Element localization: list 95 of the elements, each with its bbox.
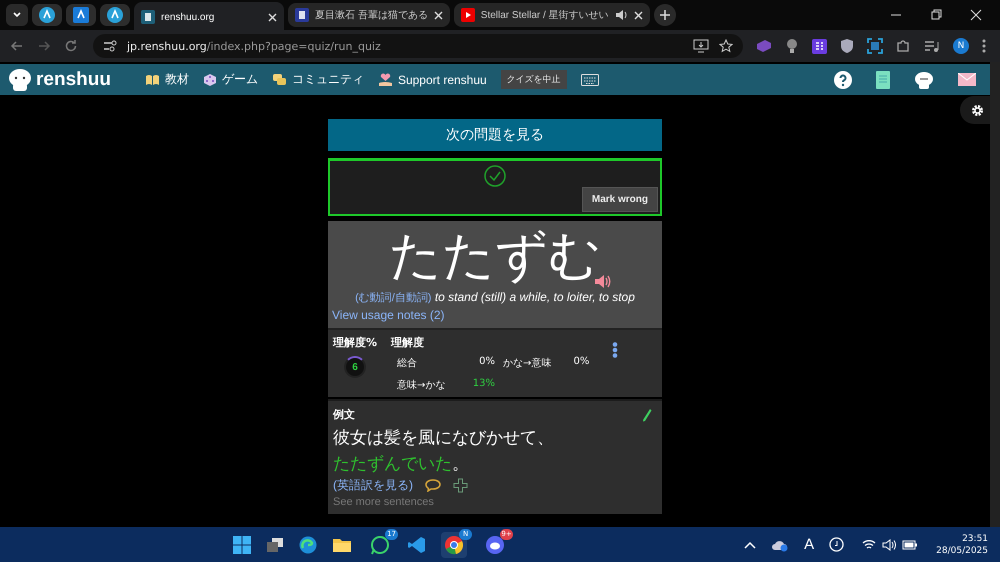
site-icon [39, 7, 55, 23]
star-icon[interactable] [719, 39, 733, 53]
folder-icon[interactable] [332, 536, 352, 552]
browser-tab[interactable]: 夏目漱石 吾輩は猫である [288, 3, 450, 27]
url-text: jp.renshuu.org/index.php?page=quiz/run_quiz [127, 40, 381, 52]
nav-link[interactable]: 教材 [144, 71, 189, 88]
more-icon[interactable] [612, 342, 618, 358]
section-title: 例文 [333, 407, 355, 422]
vocab-word: たたずむ [389, 225, 601, 287]
translation-link[interactable]: (英語訳を見る) [333, 477, 413, 494]
notebook-icon[interactable] [876, 70, 890, 88]
dice-icon [202, 72, 217, 86]
mark-wrong-button[interactable]: Mark wrong [582, 187, 658, 212]
stat-label: 意味→かな [397, 378, 446, 392]
nav-link[interactable]: Support renshuu [378, 72, 487, 86]
site-icon [107, 7, 123, 23]
site-icon [73, 7, 89, 23]
chat-icon [272, 73, 287, 86]
close-icon[interactable] [970, 9, 982, 21]
tab-title: 夏目漱石 吾輩は猫である [315, 9, 428, 22]
progress-gauge: 6 [344, 356, 366, 378]
back-icon[interactable] [10, 39, 24, 53]
tab-title: renshuu.org [161, 12, 216, 22]
comment-icon[interactable] [425, 479, 441, 492]
stat-heading: 理解度 [391, 335, 426, 350]
chat-app-icon[interactable] [370, 534, 390, 554]
meaning-text: to stand (still) a while, to loiter, to stop [434, 290, 635, 304]
tab-title: Stellar Stellar / 星街すいせい [480, 9, 609, 22]
site-icon [141, 10, 155, 24]
logo[interactable]: renshuu [8, 68, 111, 92]
pinned-tab[interactable] [100, 4, 130, 26]
chevron-up-icon[interactable] [744, 540, 756, 548]
bulb-icon[interactable] [785, 38, 799, 54]
wifi-icon [862, 539, 876, 550]
maximize-icon[interactable] [930, 9, 942, 21]
usage-notes-link[interactable]: View usage notes (2) [332, 308, 445, 322]
extension-icon[interactable] [812, 38, 827, 54]
reload-icon[interactable] [64, 39, 78, 53]
close-icon[interactable] [434, 10, 443, 20]
battery-icon [902, 540, 918, 550]
book-icon [144, 74, 160, 86]
check-icon [484, 165, 506, 187]
profile-avatar[interactable]: N [953, 38, 969, 54]
mascot-icon [8, 68, 32, 92]
clock-date: 28/05/2025 [936, 544, 988, 556]
example-sentence: 彼女は髪を風になびかせて、 たたずんでいた。 [333, 427, 555, 476]
pinned-tab[interactable] [66, 4, 96, 26]
tab-list-button[interactable] [6, 4, 28, 26]
game-chat-app-icon[interactable] [485, 534, 506, 554]
stat-value: 0% [478, 356, 496, 369]
close-icon[interactable] [634, 10, 643, 20]
stat-heading: 理解度% [333, 335, 378, 350]
close-icon[interactable] [268, 12, 277, 22]
menu-icon[interactable] [982, 39, 986, 53]
nav-link[interactable]: ゲーム [202, 71, 258, 88]
pinned-tab[interactable] [32, 4, 62, 26]
stat-label: 総合 [397, 357, 418, 370]
site-icon [460, 8, 475, 22]
taskbar-clock[interactable]: 23:51 28/05/2025 [936, 532, 988, 556]
stat-value: 0% [572, 356, 590, 369]
settings-icon [971, 104, 984, 116]
scrollbar[interactable] [990, 62, 1000, 527]
media-icon[interactable] [924, 39, 940, 53]
heart-hand-icon [378, 72, 393, 86]
browser-tab[interactable]: renshuu.org [134, 2, 284, 32]
address-field[interactable]: jp.renshuu.org/index.php?page=quiz/run_quiz [93, 34, 743, 58]
task-view-icon[interactable] [266, 536, 284, 552]
clock-time: 23:51 [962, 532, 988, 544]
install-icon[interactable] [693, 39, 709, 53]
start-icon[interactable] [233, 536, 252, 554]
plus-icon [658, 9, 671, 21]
plus-icon[interactable] [453, 478, 468, 493]
mascot-icon[interactable] [914, 70, 934, 88]
help-icon[interactable] [834, 70, 852, 88]
volume-icon [882, 538, 896, 550]
shield-icon[interactable] [840, 38, 854, 54]
next-question-button[interactable]: 次の問題を見る [328, 119, 662, 151]
site-settings-icon[interactable] [103, 40, 117, 52]
settings-button[interactable] [960, 96, 990, 124]
keyboard-icon[interactable] [580, 74, 599, 86]
site-icon [295, 8, 309, 22]
stat-value: 13% [472, 378, 496, 391]
new-tab-button[interactable] [654, 4, 676, 26]
browser-tab[interactable]: Stellar Stellar / 星街すいせい [454, 3, 650, 27]
chevron-down-icon [12, 10, 22, 20]
puzzle-icon[interactable] [896, 38, 911, 54]
quit-quiz-button[interactable]: クイズを中止 [500, 70, 567, 89]
stat-label: かな→意味 [503, 356, 552, 370]
nav-link[interactable]: コミュニティ [272, 71, 364, 88]
pencil-icon[interactable] [642, 408, 652, 422]
screenshot-icon[interactable] [867, 38, 883, 54]
input-indicator[interactable]: A [804, 536, 814, 553]
word-type-link[interactable]: (む動詞/自動詞) [355, 292, 432, 304]
clock-icon[interactable] [829, 537, 844, 552]
logo-text: renshuu [36, 68, 111, 90]
